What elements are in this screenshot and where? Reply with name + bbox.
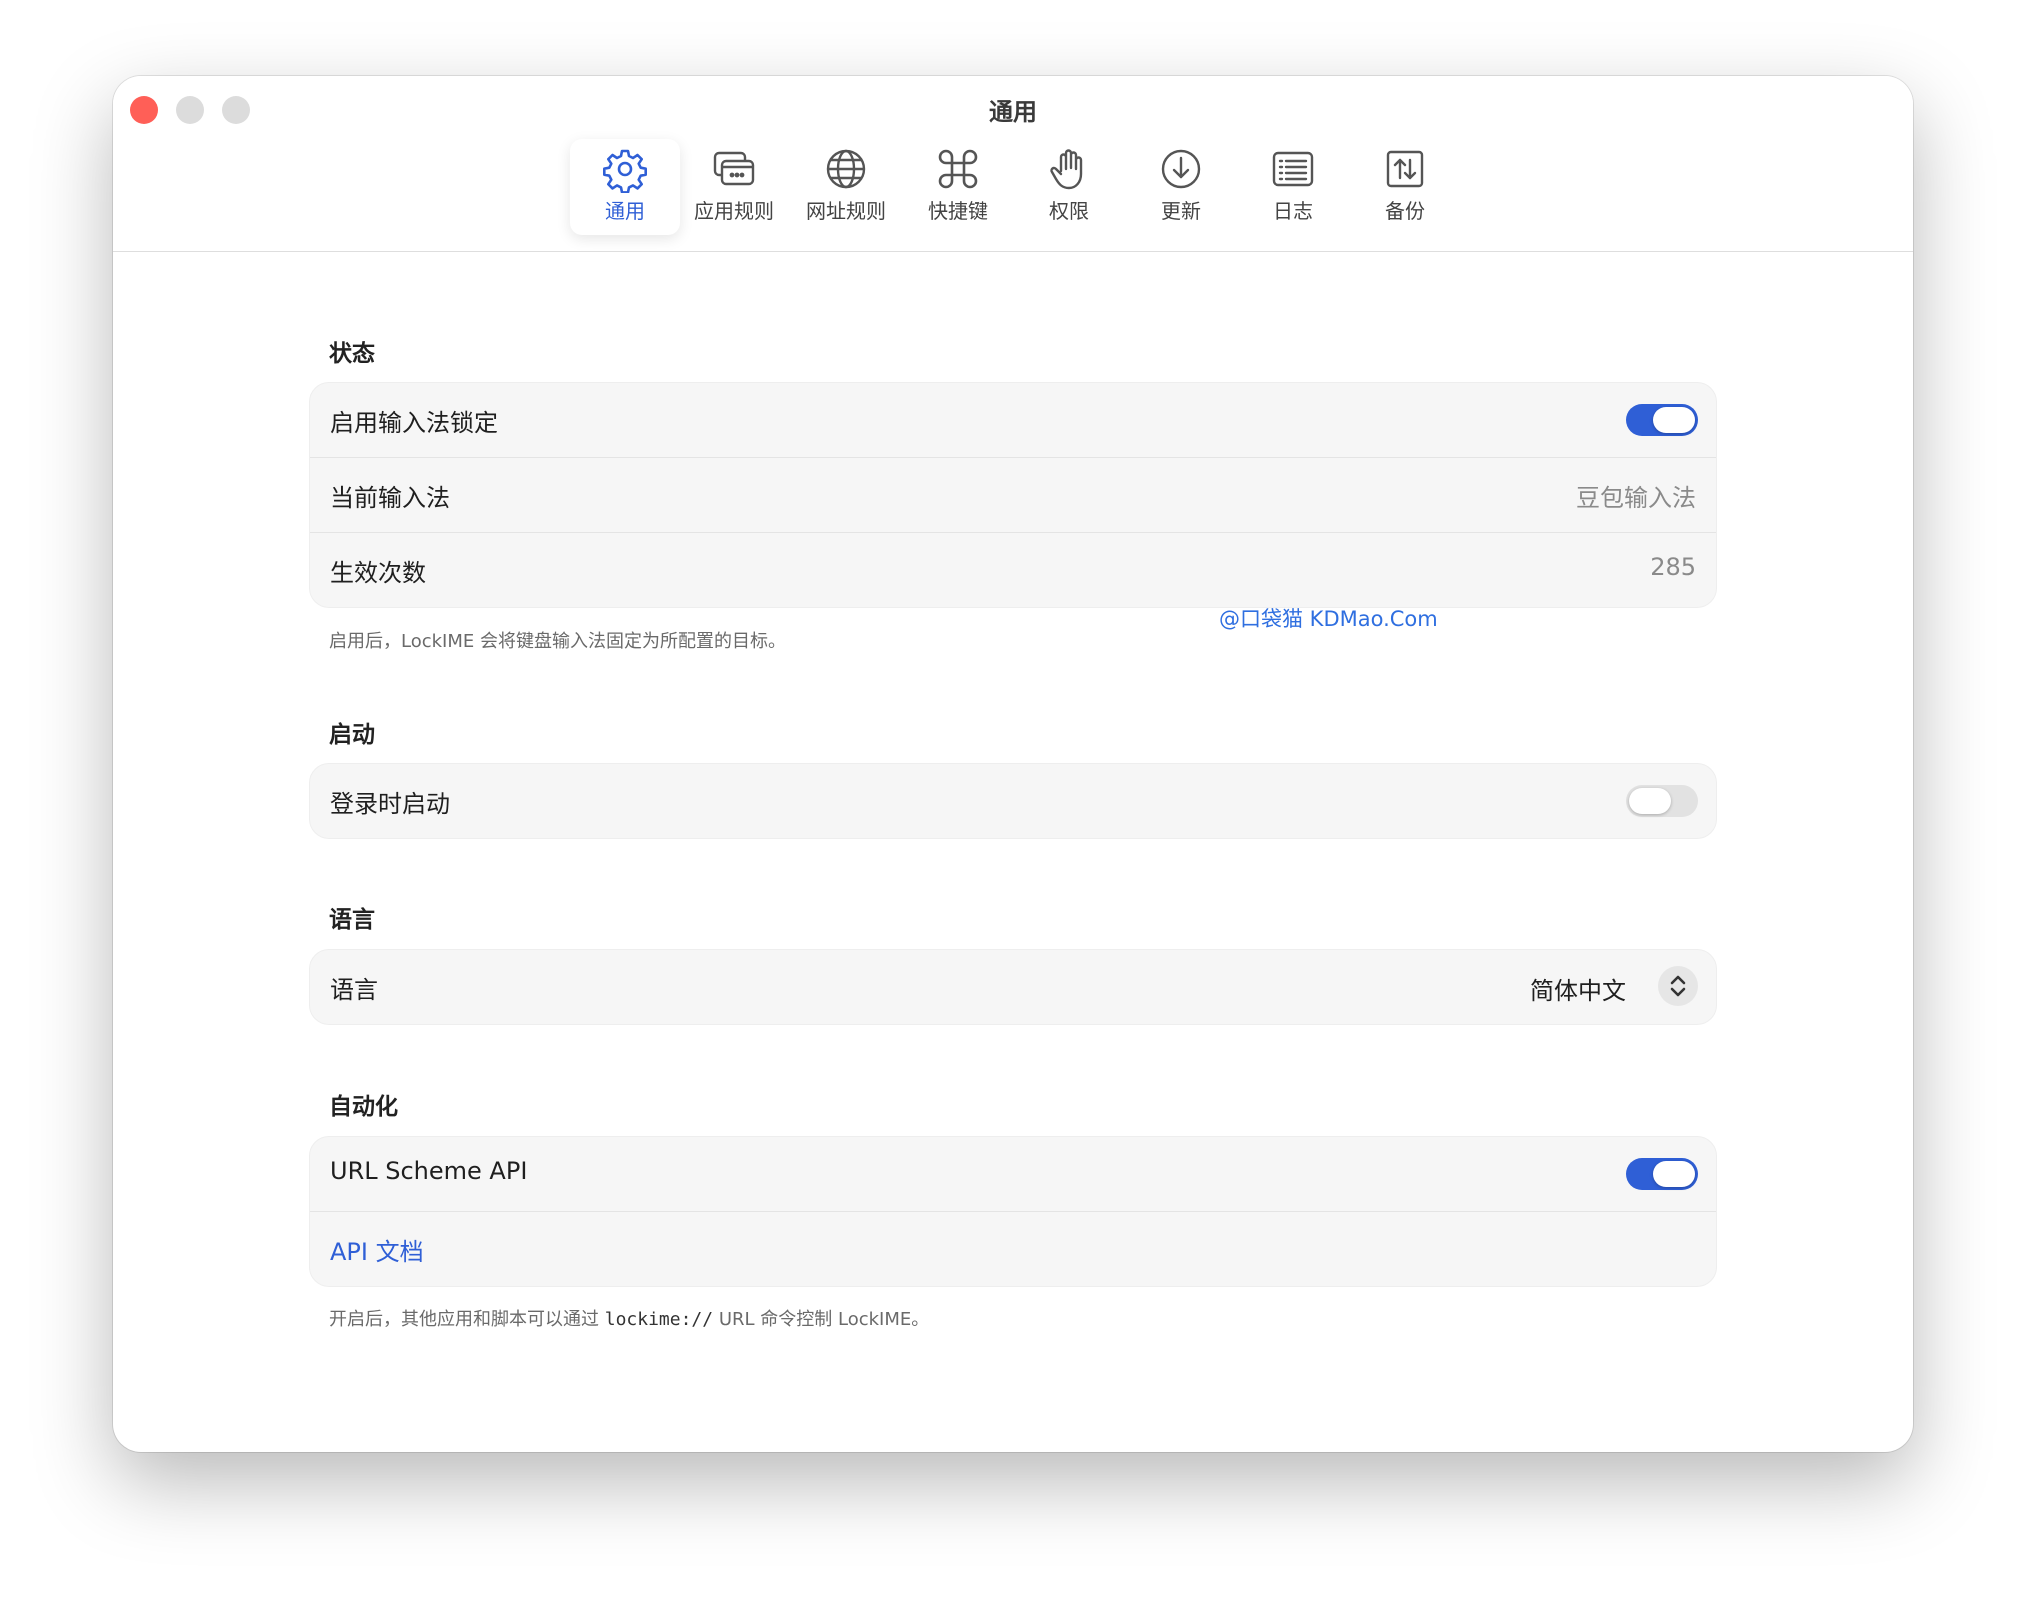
language-row: 语言 简体中文 bbox=[310, 950, 1716, 1024]
login-start-row: 登录时启动 bbox=[310, 764, 1716, 838]
enable-lock-toggle[interactable] bbox=[1626, 404, 1698, 436]
enable-lock-row: 启用输入法锁定 bbox=[310, 383, 1716, 458]
app-windows-icon bbox=[710, 145, 758, 193]
section-title-language: 语言 bbox=[329, 907, 375, 933]
effective-count-label: 生效次数 bbox=[330, 559, 426, 587]
settings-window: 通用 通用 应用规则 网址规则 快捷键 权限 更新 日志 备份 状态 启用输入法… bbox=[113, 76, 1913, 1452]
tab-shortcuts-label: 快捷键 bbox=[928, 199, 988, 223]
url-scheme-row: URL Scheme API bbox=[310, 1137, 1716, 1212]
tab-logs[interactable]: 日志 bbox=[1238, 139, 1348, 235]
window-title: 通用 bbox=[989, 98, 1037, 126]
startup-group: 登录时启动 bbox=[309, 763, 1717, 839]
backup-arrows-icon bbox=[1381, 145, 1429, 193]
gear-icon bbox=[601, 145, 649, 193]
tab-url-rules[interactable]: 网址规则 bbox=[791, 139, 901, 235]
language-selected-value: 简体中文 bbox=[1530, 977, 1626, 1005]
tab-url-rules-label: 网址规则 bbox=[806, 199, 886, 223]
login-start-toggle[interactable] bbox=[1626, 785, 1698, 817]
enable-lock-label: 启用输入法锁定 bbox=[330, 409, 498, 437]
automation-note-prefix: 开启后，其他应用和脚本可以通过 bbox=[329, 1309, 605, 1330]
watermark-text: @口袋猫 KDMao.Com bbox=[1219, 607, 1438, 631]
automation-note: 开启后，其他应用和脚本可以通过 lockime:// URL 命令控制 Lock… bbox=[329, 1305, 929, 1331]
language-label: 语言 bbox=[330, 976, 378, 1004]
status-group: 启用输入法锁定 当前输入法 豆包输入法 生效次数 285 bbox=[309, 382, 1717, 608]
general-settings-content: 状态 启用输入法锁定 当前输入法 豆包输入法 生效次数 285 启用后，Lock… bbox=[113, 252, 1913, 1452]
section-title-status: 状态 bbox=[329, 341, 375, 367]
current-ime-row: 当前输入法 豆包输入法 bbox=[310, 458, 1716, 533]
tab-updates[interactable]: 更新 bbox=[1126, 139, 1236, 235]
tab-app-rules-label: 应用规则 bbox=[694, 199, 774, 223]
current-ime-value: 豆包输入法 bbox=[1576, 484, 1696, 512]
preferences-toolbar: 通用 应用规则 网址规则 快捷键 权限 更新 日志 备份 bbox=[113, 139, 1913, 239]
language-group: 语言 简体中文 bbox=[309, 949, 1717, 1025]
automation-group: URL Scheme API API 文档 bbox=[309, 1136, 1717, 1287]
globe-icon bbox=[822, 145, 870, 193]
tab-shortcuts[interactable]: 快捷键 bbox=[903, 139, 1013, 235]
tab-permissions-label: 权限 bbox=[1049, 199, 1089, 223]
url-scheme-toggle[interactable] bbox=[1626, 1158, 1698, 1190]
effective-count-value: 285 bbox=[1650, 553, 1696, 581]
list-log-icon bbox=[1269, 145, 1317, 193]
tab-updates-label: 更新 bbox=[1161, 199, 1201, 223]
tab-general-label: 通用 bbox=[605, 199, 645, 223]
effective-count-row: 生效次数 285 bbox=[310, 533, 1716, 607]
tab-backup-label: 备份 bbox=[1385, 199, 1425, 223]
url-scheme-label: URL Scheme API bbox=[330, 1157, 528, 1185]
status-note: 启用后，LockIME 会将键盘输入法固定为所配置的目标。 bbox=[329, 631, 786, 652]
tab-general[interactable]: 通用 bbox=[570, 139, 680, 235]
current-ime-label: 当前输入法 bbox=[330, 484, 450, 512]
hand-icon bbox=[1045, 145, 1093, 193]
tab-app-rules[interactable]: 应用规则 bbox=[679, 139, 789, 235]
title-bar: 通用 通用 应用规则 网址规则 快捷键 权限 更新 日志 备份 bbox=[113, 76, 1913, 252]
tab-logs-label: 日志 bbox=[1273, 199, 1313, 223]
api-docs-row: API 文档 bbox=[310, 1212, 1716, 1286]
login-start-label: 登录时启动 bbox=[330, 790, 450, 818]
section-title-startup: 启动 bbox=[329, 722, 375, 748]
tab-permissions[interactable]: 权限 bbox=[1014, 139, 1124, 235]
download-circle-icon bbox=[1157, 145, 1205, 193]
section-title-automation: 自动化 bbox=[329, 1094, 398, 1120]
chevron-up-down-icon bbox=[1658, 966, 1698, 1006]
automation-note-code: lockime:// bbox=[604, 1309, 714, 1330]
tab-backup[interactable]: 备份 bbox=[1350, 139, 1460, 235]
automation-note-suffix: URL 命令控制 LockIME。 bbox=[713, 1309, 930, 1330]
command-icon bbox=[934, 145, 982, 193]
api-docs-link[interactable]: API 文档 bbox=[330, 1232, 424, 1267]
